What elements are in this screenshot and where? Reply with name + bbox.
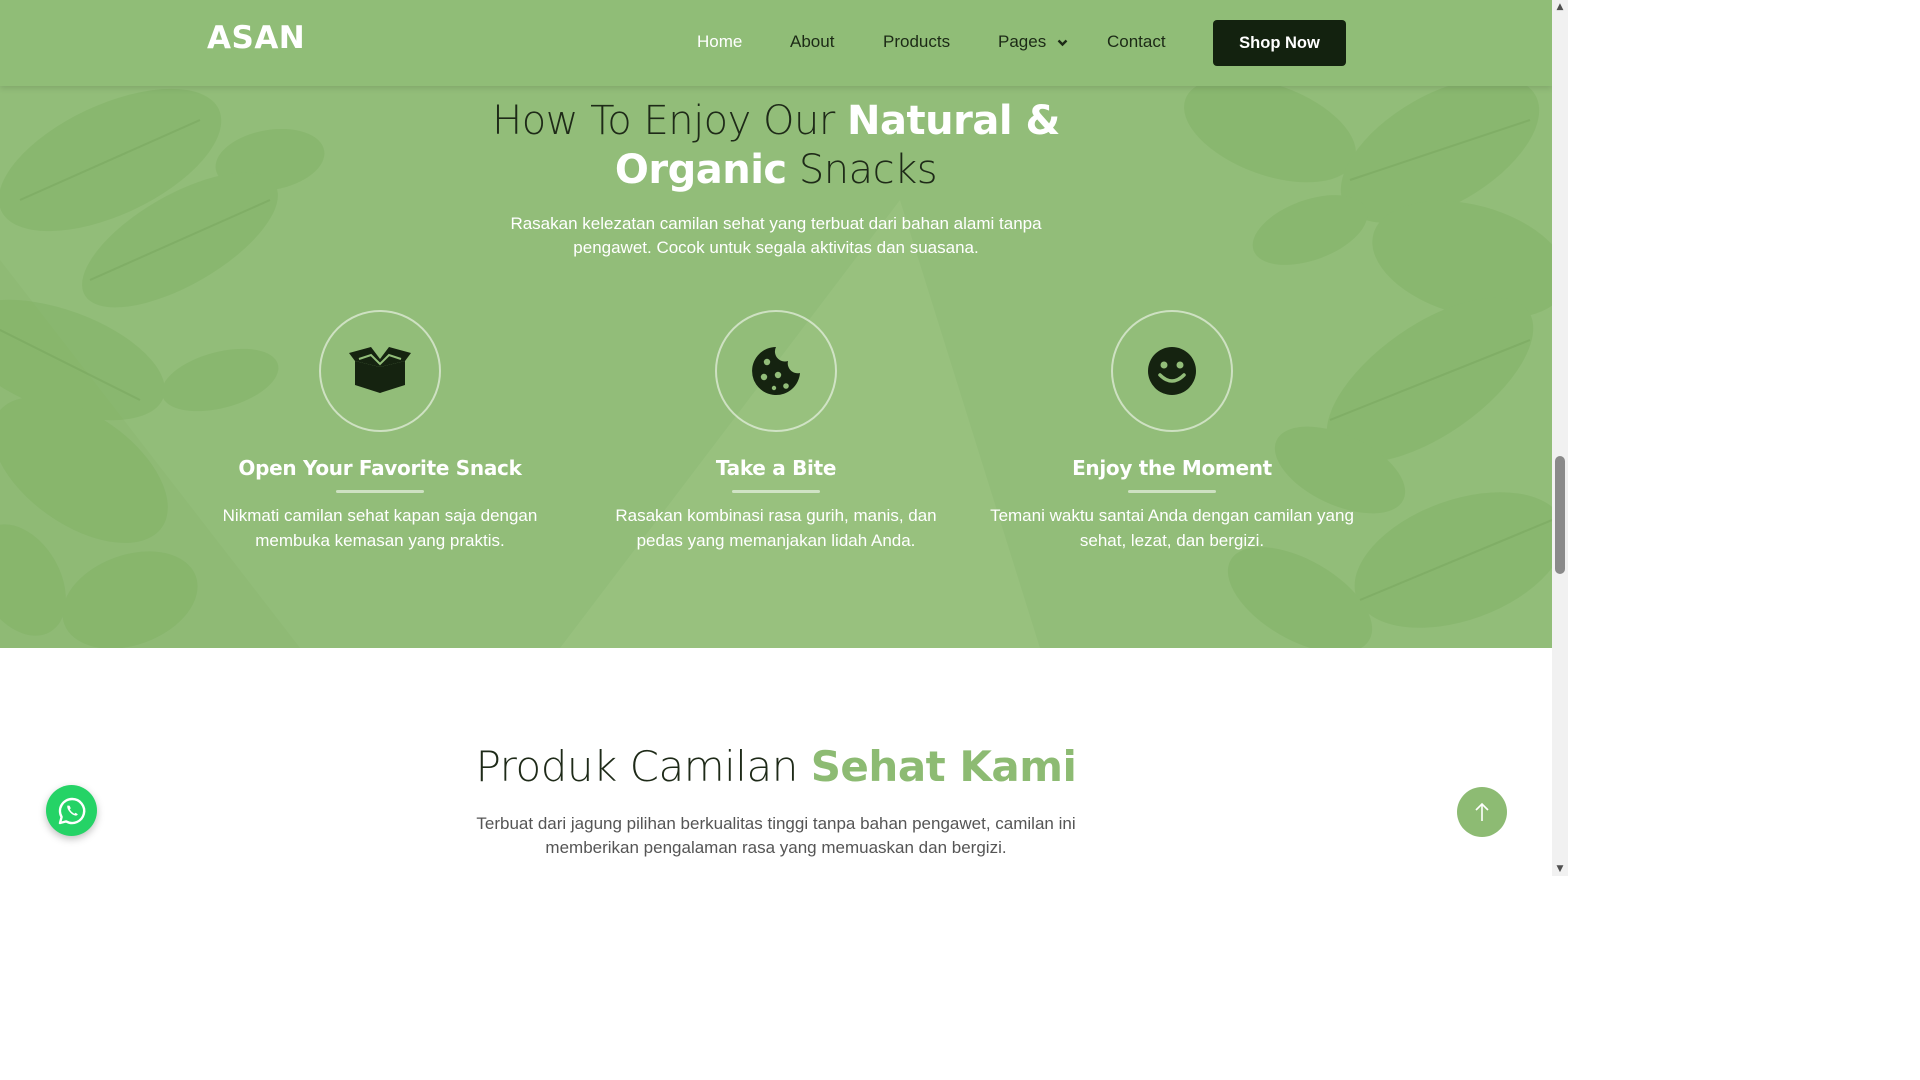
feature-divider bbox=[1128, 490, 1216, 493]
whatsapp-icon bbox=[58, 797, 85, 824]
hero-title-light-1: How To Enjoy Our bbox=[492, 98, 848, 144]
chevron-down-icon bbox=[1057, 39, 1068, 46]
scroll-down-arrow-icon[interactable]: ▼ bbox=[1552, 862, 1568, 876]
feature-divider bbox=[336, 490, 424, 493]
feature-description: Temani waktu santai Anda dengan camilan … bbox=[990, 506, 1354, 550]
feature-take-bite: Take a Bite Rasakan kombinasi rasa gurih… bbox=[586, 310, 966, 553]
feature-title: Open Your Favorite Snack bbox=[238, 456, 522, 480]
whatsapp-button[interactable] bbox=[46, 785, 97, 836]
nav-home[interactable]: Home bbox=[697, 32, 742, 52]
nav-contact[interactable]: Contact bbox=[1107, 32, 1166, 52]
nav-about[interactable]: About bbox=[790, 32, 834, 52]
feature-title: Enjoy the Moment bbox=[1072, 456, 1272, 480]
hero-section: ASAN Home About Products Pages Contact S… bbox=[0, 0, 1552, 648]
hero-title-bold-1: Natural & bbox=[847, 98, 1060, 144]
navbar: ASAN Home About Products Pages Contact S… bbox=[0, 0, 1552, 86]
vertical-scrollbar[interactable]: ▲ ▼ bbox=[1552, 0, 1568, 876]
products-title-accent: Sehat Kami bbox=[810, 742, 1077, 791]
feature-enjoy-moment: Enjoy the Moment Temani waktu santai And… bbox=[982, 310, 1362, 553]
hero-title-bold-2: Organic bbox=[614, 147, 787, 193]
hero-title: How To Enjoy Our Natural & Organic Snack… bbox=[420, 97, 1132, 195]
shop-now-button[interactable]: Shop Now bbox=[1213, 20, 1346, 66]
hero-subtitle: Rasakan kelezatan camilan sehat yang ter… bbox=[510, 214, 1042, 257]
products-title-light: Produk Camilan bbox=[475, 742, 811, 791]
back-to-top-button[interactable] bbox=[1457, 787, 1507, 837]
logo[interactable]: ASAN bbox=[207, 20, 305, 56]
scroll-up-arrow-icon[interactable]: ▲ bbox=[1552, 0, 1568, 14]
feature-divider bbox=[732, 490, 820, 493]
open-box-icon bbox=[349, 347, 411, 393]
feature-description: Rasakan kombinasi rasa gurih, manis, dan… bbox=[615, 506, 937, 550]
scrollbar-thumb[interactable] bbox=[1555, 456, 1565, 574]
arrow-up-icon bbox=[1475, 802, 1489, 821]
products-title: Produk Camilan Sehat Kami bbox=[380, 742, 1172, 791]
feature-icon-circle bbox=[1111, 310, 1233, 432]
nav-pages-dropdown[interactable]: Pages bbox=[998, 32, 1068, 52]
smile-icon bbox=[1148, 347, 1196, 395]
feature-title: Take a Bite bbox=[715, 456, 837, 480]
hero-title-light-2: Snacks bbox=[786, 147, 938, 193]
products-subtitle: Terbuat dari jagung pilihan berkualitas … bbox=[476, 814, 1076, 857]
feature-icon-circle bbox=[715, 310, 837, 432]
feature-icon-circle bbox=[319, 310, 441, 432]
feature-description: Nikmati camilan sehat kapan saja dengan … bbox=[222, 506, 538, 550]
nav-pages-label: Pages bbox=[998, 32, 1047, 51]
feature-open-snack: Open Your Favorite Snack Nikmati camilan… bbox=[190, 310, 570, 553]
nav-products[interactable]: Products bbox=[883, 32, 950, 52]
cookie-icon bbox=[752, 347, 800, 395]
